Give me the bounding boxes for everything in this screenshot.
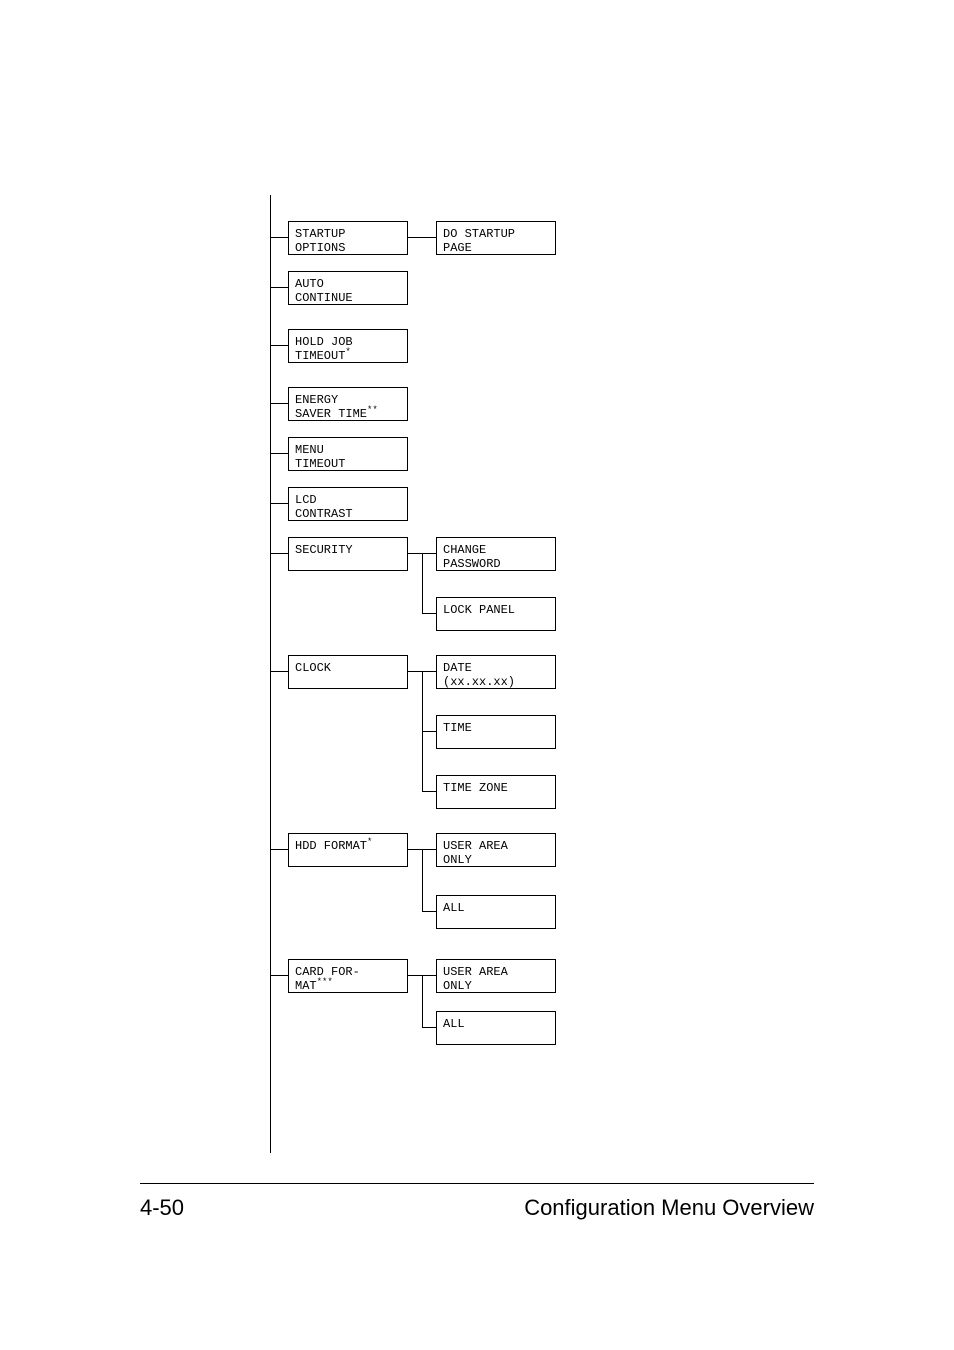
trunk-line bbox=[270, 195, 271, 1153]
label: MENU TIMEOUT bbox=[295, 443, 345, 471]
label: USER AREA ONLY bbox=[443, 839, 508, 867]
connector bbox=[422, 911, 436, 912]
connector bbox=[270, 345, 288, 346]
label: ALL bbox=[443, 901, 465, 915]
menu-item-security: SECURITY bbox=[288, 537, 408, 571]
menu-item-auto-continue: AUTO CONTINUE bbox=[288, 271, 408, 305]
menu-item-lock-panel: LOCK PANEL bbox=[436, 597, 556, 631]
connector bbox=[422, 553, 423, 613]
connector bbox=[422, 975, 436, 976]
connector bbox=[270, 503, 288, 504]
connector bbox=[270, 453, 288, 454]
menu-item-hold-job-timeout: HOLD JOB TIMEOUT* bbox=[288, 329, 408, 363]
label: ALL bbox=[443, 1017, 465, 1031]
menu-tree-diagram: STARTUP OPTIONS AUTO CONTINUE HOLD JOB T… bbox=[270, 195, 730, 1155]
label: LOCK PANEL bbox=[443, 603, 515, 617]
connector bbox=[422, 849, 436, 850]
connector bbox=[408, 237, 436, 238]
connector bbox=[408, 975, 422, 976]
menu-item-hdd-format: HDD FORMAT* bbox=[288, 833, 408, 867]
menu-item-lcd-contrast: LCD CONTRAST bbox=[288, 487, 408, 521]
connector bbox=[270, 237, 288, 238]
label: DATE (xx.xx.xx) bbox=[443, 661, 515, 689]
label: DO STARTUP PAGE bbox=[443, 227, 515, 255]
connector bbox=[270, 287, 288, 288]
menu-item-time-zone: TIME ZONE bbox=[436, 775, 556, 809]
connector bbox=[422, 1027, 436, 1028]
footer-rule bbox=[140, 1183, 814, 1184]
menu-item-change-password: CHANGE PASSWORD bbox=[436, 537, 556, 571]
connector bbox=[408, 849, 422, 850]
footnote-mark: * bbox=[367, 837, 372, 847]
connector bbox=[270, 403, 288, 404]
connector bbox=[422, 975, 423, 1027]
connector bbox=[422, 791, 436, 792]
page-number: 4-50 bbox=[140, 1195, 184, 1221]
menu-item-hdd-user-area-only: USER AREA ONLY bbox=[436, 833, 556, 867]
label: STARTUP OPTIONS bbox=[295, 227, 345, 255]
connector bbox=[270, 849, 288, 850]
menu-item-clock: CLOCK bbox=[288, 655, 408, 689]
footnote-mark: *** bbox=[317, 977, 333, 987]
menu-item-energy-saver-time: ENERGY SAVER TIME** bbox=[288, 387, 408, 421]
connector bbox=[422, 671, 436, 672]
label: LCD CONTRAST bbox=[295, 493, 353, 521]
connector bbox=[270, 553, 288, 554]
menu-item-card-format: CARD FOR- MAT*** bbox=[288, 959, 408, 993]
label: SECURITY bbox=[295, 543, 353, 557]
connector bbox=[422, 731, 436, 732]
connector bbox=[422, 613, 436, 614]
menu-item-time: TIME bbox=[436, 715, 556, 749]
menu-item-menu-timeout: MENU TIMEOUT bbox=[288, 437, 408, 471]
label: HDD FORMAT bbox=[295, 839, 367, 853]
connector bbox=[422, 849, 423, 911]
menu-item-card-all: ALL bbox=[436, 1011, 556, 1045]
label: CLOCK bbox=[295, 661, 331, 675]
label: AUTO CONTINUE bbox=[295, 277, 353, 305]
menu-item-card-user-area-only: USER AREA ONLY bbox=[436, 959, 556, 993]
label: TIME bbox=[443, 721, 472, 735]
connector bbox=[408, 553, 422, 554]
connector bbox=[270, 671, 288, 672]
label: ENERGY SAVER TIME bbox=[295, 393, 367, 421]
footnote-mark: ** bbox=[367, 405, 378, 415]
label: TIME ZONE bbox=[443, 781, 508, 795]
connector bbox=[270, 975, 288, 976]
label: HOLD JOB TIMEOUT bbox=[295, 335, 353, 363]
label: CHANGE PASSWORD bbox=[443, 543, 501, 571]
footnote-mark: * bbox=[345, 347, 350, 357]
menu-item-date: DATE (xx.xx.xx) bbox=[436, 655, 556, 689]
menu-item-hdd-all: ALL bbox=[436, 895, 556, 929]
menu-item-do-startup-page: DO STARTUP PAGE bbox=[436, 221, 556, 255]
connector bbox=[408, 671, 422, 672]
menu-item-startup-options: STARTUP OPTIONS bbox=[288, 221, 408, 255]
label: USER AREA ONLY bbox=[443, 965, 508, 993]
footer-title: Configuration Menu Overview bbox=[524, 1195, 814, 1221]
connector bbox=[422, 553, 436, 554]
